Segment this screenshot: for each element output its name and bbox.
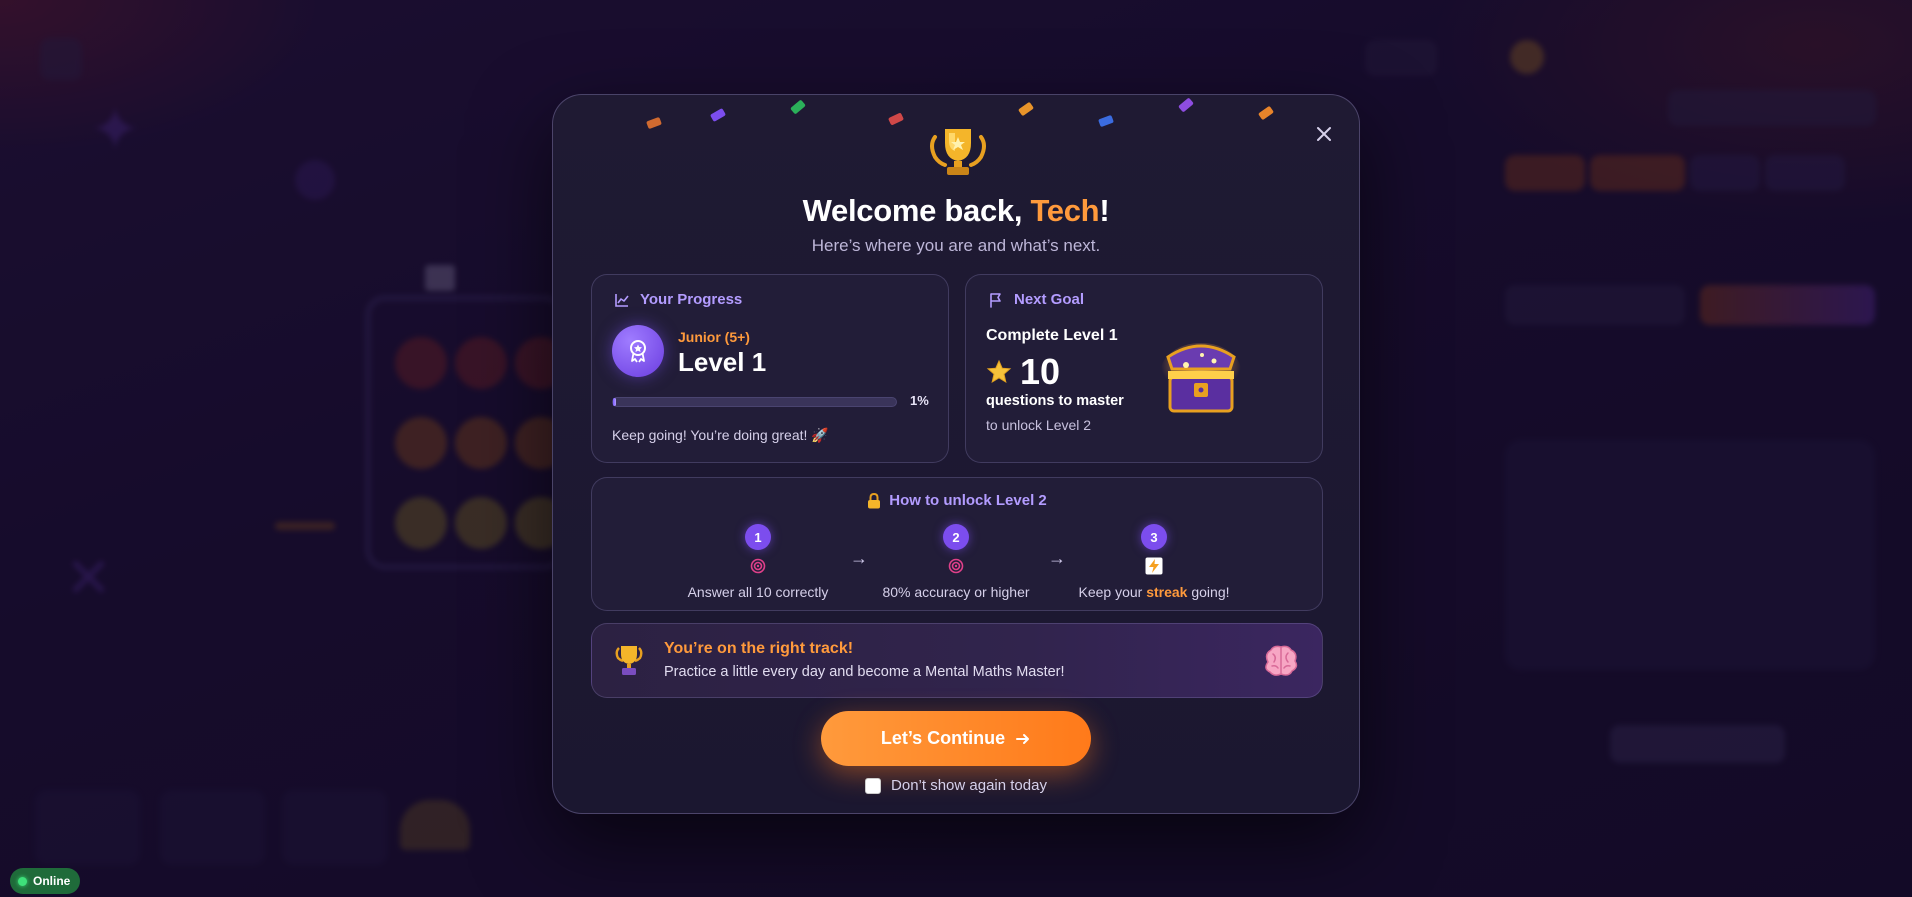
goal-count-row: 10 (986, 351, 1060, 393)
goal-title: Complete Level 1 (986, 327, 1118, 344)
welcome-heading: Welcome back, Tech! (802, 193, 1110, 228)
level-badge-icon (612, 325, 664, 377)
flag-icon (990, 292, 1001, 308)
right-track-banner: You’re on the right track! Practice a li… (591, 623, 1323, 698)
status-dot-icon (18, 876, 27, 886)
progress-card: Your Progress Junior (5+) Level 1 1% Kee… (591, 274, 949, 463)
progress-percent: 1% (910, 393, 929, 408)
continue-button-label: Let’s Continue (880, 728, 1006, 748)
progress-bar-fill (613, 398, 617, 406)
chart-icon (615, 293, 629, 307)
close-icon (1317, 127, 1331, 141)
dont-show-row: Don’t show again today (553, 777, 1359, 794)
next-goal-card: Next Goal Complete Level 1 10 questions … (965, 274, 1323, 463)
unlock-step: 3 Keep your streak going! (1054, 524, 1254, 600)
confetti-piece (887, 112, 905, 126)
continue-button[interactable]: Let’s Continue (821, 711, 1091, 766)
goal-unlock-text: to unlock Level 2 (986, 417, 1092, 433)
step-label: Answer all 10 correctly (687, 584, 829, 600)
step-label: 80% accuracy or higher (882, 584, 1030, 600)
target-icon (748, 556, 768, 576)
welcome-modal: Welcome back, Tech! Here’s where you are… (552, 94, 1360, 814)
user-name: Tech (1030, 193, 1100, 228)
progress-bar (612, 397, 897, 407)
encouragement-text: Keep going! You’re doing great! 🚀 (612, 427, 829, 443)
status-label: Online (33, 874, 71, 888)
dont-show-checkbox[interactable] (865, 777, 882, 794)
confetti-piece (1178, 97, 1194, 113)
unlock-step: 1 Answer all 10 correctly (658, 524, 858, 600)
level-label: Level 1 (678, 347, 767, 377)
how-to-unlock-card: How to unlock Level 2 1 Answer all 10 co… (591, 477, 1323, 611)
step-number: 2 (943, 524, 969, 550)
streak-highlight: streak (1146, 584, 1188, 600)
confetti-piece (1257, 105, 1275, 121)
confetti-piece (709, 108, 727, 122)
step-number: 1 (745, 524, 771, 550)
welcome-subheading: Here’s where you are and what’s next. (811, 236, 1101, 255)
lightning-icon (1144, 556, 1164, 576)
brain-icon (1265, 645, 1298, 676)
close-button[interactable] (1309, 119, 1339, 149)
trophy-icon (930, 129, 986, 175)
right-track-title: You’re on the right track! (664, 640, 854, 657)
trophy-icon (615, 646, 643, 675)
unlock-step: 2 80% accuracy or higher (856, 524, 1056, 600)
step-number: 3 (1141, 524, 1167, 550)
tier-label: Junior (5+) (678, 329, 750, 345)
arrow-right-icon (1016, 733, 1030, 744)
progress-card-title: Your Progress (614, 291, 742, 308)
goal-count: 10 (1020, 351, 1061, 392)
step-label: Keep your streak going! (1078, 584, 1230, 600)
lock-icon (868, 492, 881, 508)
dont-show-label[interactable]: Don’t show again today (891, 777, 1047, 794)
treasure-chest-icon (1161, 343, 1241, 413)
how-to-unlock-title: How to unlock Level 2 (592, 492, 1322, 509)
goal-count-label: questions to master (986, 393, 1124, 409)
target-icon (946, 556, 966, 576)
next-goal-card-title: Next Goal (988, 291, 1084, 308)
confetti-piece (790, 99, 806, 115)
right-track-subtitle: Practice a little every day and become a… (664, 664, 1065, 680)
confetti-piece (646, 116, 662, 130)
confetti-piece (1098, 114, 1114, 128)
connection-status-badge: Online (10, 868, 81, 894)
confetti-piece (1017, 101, 1035, 117)
star-icon (986, 359, 1012, 384)
